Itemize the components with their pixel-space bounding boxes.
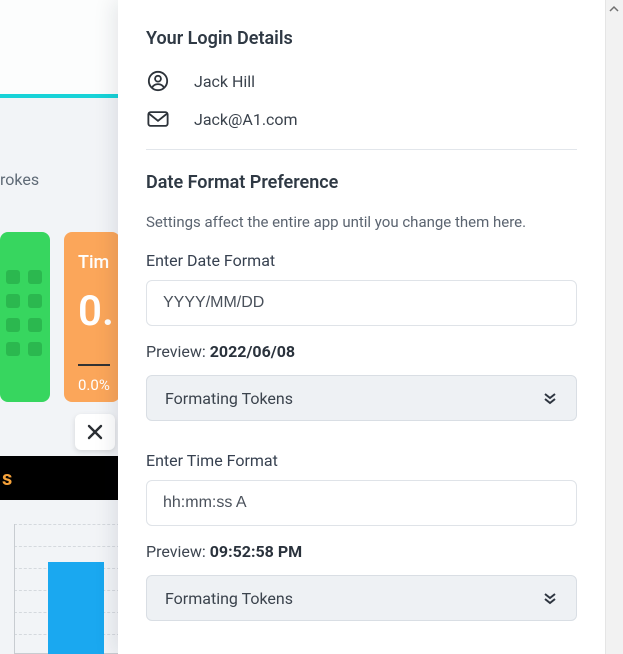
card-time-value: 0. — [78, 287, 120, 336]
time-format-label: Enter Time Format — [146, 451, 577, 470]
date-format-label: Enter Date Format — [146, 251, 577, 270]
time-tokens-toggle[interactable]: Formating Tokens — [146, 575, 577, 621]
time-format-input[interactable] — [146, 480, 577, 526]
accent-bar — [0, 94, 120, 98]
time-preview-label: Preview: — [146, 542, 210, 561]
chevron-down-icon — [542, 590, 558, 606]
card-activity — [0, 232, 50, 402]
scrollbar[interactable] — [605, 0, 623, 654]
chart-bar — [48, 562, 104, 654]
stat-cards: Tim 0. 0.0% — [0, 232, 120, 402]
email-icon — [146, 107, 170, 131]
date-preview: Preview: 2022/06/08 — [146, 342, 577, 361]
chevron-down-icon — [542, 390, 558, 406]
banner-text-partial: s — [0, 466, 12, 490]
date-format-input[interactable] — [146, 280, 577, 326]
time-preview-value: 09:52:58 PM — [210, 542, 302, 561]
user-name: Jack Hill — [194, 72, 255, 91]
time-preview: Preview: 09:52:58 PM — [146, 542, 577, 561]
user-email-row: Jack@A1.com — [146, 107, 577, 131]
date-pref-sub: Settings affect the entire app until you… — [146, 213, 577, 231]
activity-grid — [6, 270, 42, 356]
close-icon — [86, 423, 104, 441]
tab-keystrokes-partial[interactable]: rokes — [0, 170, 39, 189]
date-pref-heading: Date Format Preference — [146, 172, 577, 193]
close-button[interactable] — [75, 414, 115, 450]
settings-panel: Your Login Details Jack Hill Jack@A1.com… — [118, 0, 605, 654]
card-divider — [78, 364, 110, 366]
login-details-heading: Your Login Details — [146, 28, 577, 49]
user-email: Jack@A1.com — [194, 110, 298, 129]
user-name-row: Jack Hill — [146, 69, 577, 93]
date-preview-label: Preview: — [146, 342, 210, 361]
card-time: Tim 0. 0.0% — [64, 232, 120, 402]
header-bg — [0, 0, 120, 94]
card-time-title: Tim — [78, 252, 120, 273]
divider — [146, 149, 577, 150]
banner-bar: s — [0, 456, 120, 500]
chart — [0, 524, 120, 654]
user-icon — [146, 69, 170, 93]
chevron-up-icon — [609, 4, 619, 14]
date-preview-value: 2022/06/08 — [210, 342, 295, 361]
time-tokens-label: Formating Tokens — [165, 589, 293, 608]
scroll-up-button[interactable] — [605, 0, 623, 18]
card-time-percent: 0.0% — [78, 376, 120, 394]
date-tokens-label: Formating Tokens — [165, 389, 293, 408]
date-tokens-toggle[interactable]: Formating Tokens — [146, 375, 577, 421]
